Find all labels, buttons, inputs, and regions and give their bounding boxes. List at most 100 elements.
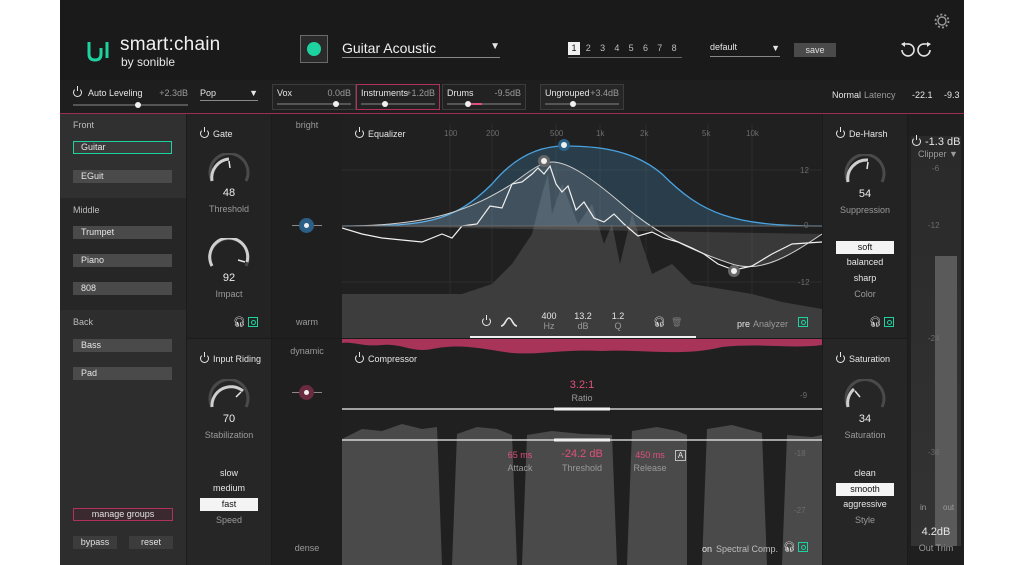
instrument-guitar[interactable]: Guitar — [73, 141, 172, 154]
slot-3[interactable]: 3 — [597, 42, 609, 55]
save-button[interactable]: save — [794, 43, 836, 57]
slot-4[interactable]: 4 — [611, 42, 623, 55]
compressor-panel: Compressor 3.2:1 Ratio -9 -18 -27 65 ms … — [342, 339, 822, 565]
band-gain[interactable]: 13.2 dB — [571, 311, 595, 331]
dynamic-handle[interactable] — [299, 385, 314, 400]
style-option-aggressive[interactable]: aggressive — [836, 498, 894, 511]
instrument-bass[interactable]: Bass — [73, 339, 172, 352]
pre-label[interactable]: pre — [737, 319, 750, 329]
power-icon[interactable] — [836, 352, 845, 363]
slot-2[interactable]: 2 — [582, 42, 594, 55]
instrument-808[interactable]: 808 — [73, 282, 172, 295]
headphones-icon[interactable]: 🎧︎ — [869, 317, 882, 328]
undo-icon[interactable] — [901, 42, 915, 57]
slider-handle[interactable] — [382, 101, 388, 107]
instrument-trumpet[interactable]: Trumpet — [73, 226, 172, 239]
slot-8[interactable]: 8 — [668, 42, 680, 55]
slot-7[interactable]: 7 — [654, 42, 666, 55]
slider-handle[interactable] — [333, 101, 339, 107]
genre-selector[interactable]: Pop ▼ — [200, 88, 258, 101]
sidechain-icon[interactable] — [798, 317, 808, 327]
speed-option-medium[interactable]: medium — [200, 482, 258, 495]
comp-scale-27: -27 — [794, 506, 806, 515]
speed-option-slow[interactable]: slow — [200, 467, 258, 480]
group-gain-slider[interactable] — [361, 101, 435, 107]
power-icon[interactable] — [912, 135, 921, 146]
ratio-value[interactable]: 3.2:1 — [542, 379, 622, 391]
analyzer-label[interactable]: Analyzer — [753, 319, 788, 329]
reset-button[interactable]: reset — [129, 536, 173, 549]
attack-value[interactable]: 65 ms — [492, 450, 548, 460]
redo-icon[interactable] — [917, 42, 931, 57]
color-option-soft[interactable]: soft — [836, 241, 894, 254]
sidechain-icon[interactable] — [884, 317, 894, 327]
clipper-label[interactable]: Clipper ▼ — [918, 149, 958, 159]
tone-handle[interactable] — [299, 218, 314, 233]
manage-groups-button[interactable]: manage groups — [73, 508, 173, 521]
tone-warm-label: warm — [296, 317, 318, 327]
suppression-knob[interactable] — [841, 154, 889, 188]
band-q[interactable]: 1.2 Q — [606, 311, 630, 331]
headphones-icon[interactable]: 🎧︎ — [653, 317, 666, 328]
slider-handle[interactable] — [134, 102, 141, 108]
instrument-piano[interactable]: Piano — [73, 254, 172, 267]
slot-5[interactable]: 5 — [625, 42, 637, 55]
comp-scale-9: -9 — [800, 391, 808, 400]
group-gain-slider[interactable] — [277, 101, 351, 107]
group-ungrouped[interactable]: Ungrouped +3.4dB — [540, 84, 624, 110]
power-icon[interactable] — [355, 352, 364, 363]
band-power-icon[interactable] — [482, 315, 491, 326]
preset-selector[interactable]: Guitar Acoustic ▼ — [342, 40, 500, 58]
style-option-smooth[interactable]: smooth — [836, 483, 894, 496]
group-instruments[interactable]: Instruments +1.2dB — [356, 84, 440, 110]
release-value[interactable]: 450 ms — [622, 450, 678, 460]
auto-leveling-slider[interactable] — [73, 102, 188, 108]
mode-label[interactable]: Normal — [832, 90, 861, 100]
group-gain-slider[interactable] — [447, 101, 521, 107]
group-name: Drums — [447, 88, 474, 98]
group-gain: +3.4dB — [590, 88, 619, 98]
power-icon[interactable] — [200, 127, 209, 138]
clipper-scale-6: -6 — [932, 164, 940, 173]
power-icon[interactable] — [836, 127, 845, 138]
instrument-eguit[interactable]: EGuit — [73, 170, 172, 183]
record-button[interactable] — [300, 35, 328, 63]
saturation-knob[interactable] — [841, 379, 889, 413]
sidechain-icon[interactable] — [248, 317, 258, 327]
group-drums[interactable]: Drums -9.5dB — [442, 84, 526, 110]
group-vox[interactable]: Vox 0.0dB — [272, 84, 356, 110]
bypass-button[interactable]: bypass — [73, 536, 117, 549]
power-icon[interactable] — [355, 127, 364, 138]
power-icon[interactable] — [73, 86, 82, 97]
slot-1[interactable]: 1 — [568, 42, 580, 55]
headphones-icon[interactable]: 🎧︎ — [233, 317, 246, 328]
auto-release-badge[interactable]: A — [675, 450, 686, 461]
auto-leveling[interactable]: Auto Leveling +2.3dB — [73, 86, 188, 108]
instrument-pad[interactable]: Pad — [73, 367, 172, 380]
bell-shape-icon[interactable] — [500, 317, 518, 327]
power-icon[interactable] — [200, 352, 209, 363]
spectral-on-label[interactable]: on — [702, 544, 712, 554]
style-option-clean[interactable]: clean — [836, 467, 894, 480]
color-option-balanced[interactable]: balanced — [836, 256, 894, 269]
attack-label: Attack — [507, 463, 533, 473]
slider-handle[interactable] — [464, 101, 471, 107]
band-frequency[interactable]: 400 Hz — [537, 311, 561, 331]
profile-selector[interactable]: default ▼ — [710, 42, 780, 57]
equalizer-graph[interactable] — [342, 114, 822, 338]
impact-knob[interactable] — [205, 238, 253, 272]
threshold-knob[interactable] — [205, 153, 253, 187]
slider-handle[interactable] — [569, 101, 576, 107]
trash-icon[interactable]: 🗑︎ — [671, 317, 682, 328]
spectral-comp-label[interactable]: Spectral Comp. — [716, 544, 778, 554]
color-option-sharp[interactable]: sharp — [836, 272, 894, 285]
gear-icon[interactable] — [934, 13, 950, 29]
stabilization-knob[interactable] — [205, 379, 253, 413]
headphones-icon[interactable]: 🎧︎ — [783, 542, 796, 553]
sidechain-icon[interactable] — [798, 542, 808, 552]
speed-option-fast[interactable]: fast — [200, 498, 258, 511]
group-gain-slider[interactable] — [545, 101, 619, 107]
out-trim-value[interactable]: 4.2dB — [908, 526, 964, 538]
slot-6[interactable]: 6 — [640, 42, 652, 55]
threshold-value[interactable]: -24.2 dB — [542, 448, 622, 460]
